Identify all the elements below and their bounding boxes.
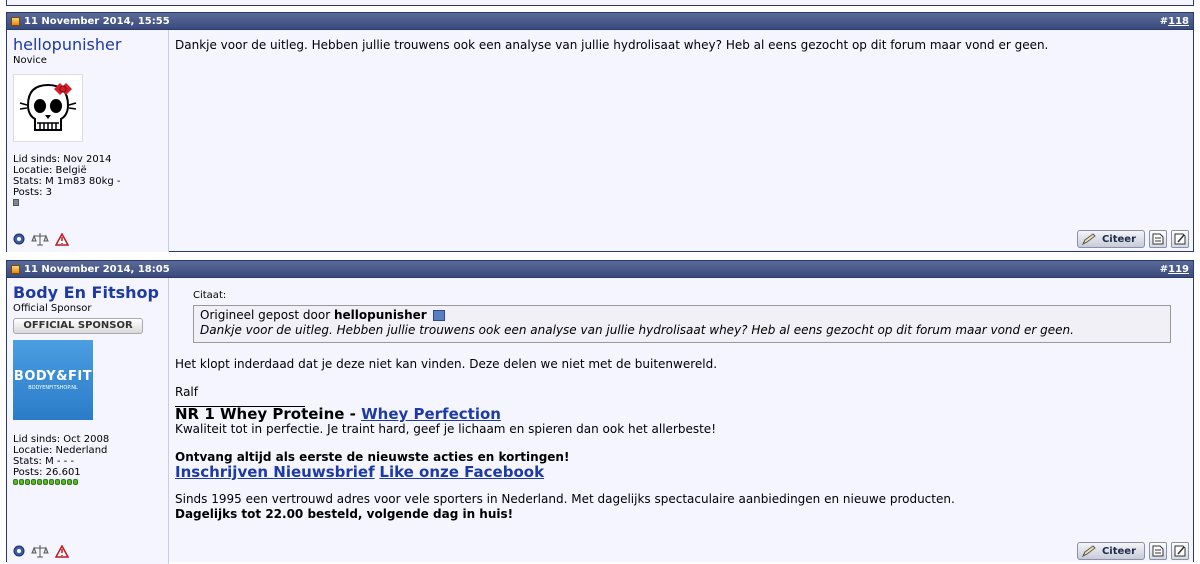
reputation-bar — [13, 479, 162, 485]
user-post-count: Posts: 26.601 — [13, 467, 81, 478]
user-location: Locatie: Nederland — [13, 445, 108, 456]
forum-post: 11 November 2014, 18:05 #119 Body En Fit… — [6, 260, 1194, 564]
quote-button[interactable]: Citeer — [1076, 542, 1145, 560]
signature-delivery: Dagelijks tot 22.00 besteld, volgende da… — [175, 507, 514, 521]
user-info-column: hellopunisher Novice Lid sinds: Nov 2014 — [7, 30, 169, 252]
post-body: hellopunisher Novice Lid sinds: Nov 2014 — [7, 30, 1193, 252]
username-link[interactable]: Body En Fitshop — [13, 284, 162, 302]
facebook-link[interactable]: Like onze Facebook — [379, 463, 544, 481]
reply-text: Het klopt inderdaad dat je deze niet kan… — [175, 357, 718, 371]
post-icon — [11, 264, 20, 274]
report-post-icon[interactable] — [55, 232, 69, 246]
username-link[interactable]: hellopunisher — [13, 36, 162, 54]
quick-reply-icon — [1174, 233, 1186, 245]
quote-pencil-icon — [1081, 233, 1096, 245]
post-number-wrap: #119 — [1159, 263, 1189, 275]
signature-about: Sinds 1995 een vertrouwd adres voor vele… — [175, 492, 955, 506]
user-stats: Lid sinds: Oct 2008 Locatie: Nederland S… — [13, 434, 162, 485]
user-actions — [13, 232, 69, 246]
multi-quote-button[interactable] — [1149, 230, 1167, 248]
post-message: Dankje voor de uitleg. Hebben jullie tro… — [169, 30, 1193, 252]
avatar[interactable] — [13, 74, 83, 142]
post-icon — [11, 16, 20, 26]
reputation-scales-icon[interactable] — [31, 232, 49, 246]
post-date: 11 November 2014, 15:55 — [24, 15, 170, 27]
official-sponsor-badge: OFFICIAL SPONSOR — [13, 318, 143, 334]
report-post-icon[interactable] — [55, 544, 69, 558]
quote-button[interactable]: Citeer — [1076, 230, 1145, 248]
whey-perfection-link[interactable]: Whey Perfection — [361, 405, 501, 423]
user-actions — [13, 544, 69, 558]
signature-links: Inschrijven Nieuwsbrief Like onze Facebo… — [175, 465, 1187, 480]
reputation-scales-icon[interactable] — [31, 544, 49, 558]
previous-post-edge — [6, 0, 1194, 6]
quick-reply-button[interactable] — [1171, 230, 1189, 248]
post-number-wrap: #118 — [1159, 15, 1189, 27]
post-message: Citaat: Origineel gepost door hellopunis… — [169, 278, 1193, 564]
user-title: Novice — [13, 55, 47, 66]
user-post-count: Posts: 3 — [13, 187, 53, 198]
post-number-link[interactable]: 119 — [1168, 264, 1189, 275]
quote-pencil-icon — [1081, 545, 1096, 557]
user-joined: Lid sinds: Oct 2008 — [13, 434, 110, 445]
user-location: Locatie: België — [13, 165, 87, 176]
user-stats-line: Stats: M 1m83 80kg - — [13, 176, 121, 187]
avatar[interactable]: BODY&FIT BODYENFITSHOP.NL — [13, 340, 93, 420]
signature-headline-text: NR 1 Whey Proteine - — [175, 405, 362, 423]
quick-reply-icon — [1174, 545, 1186, 557]
multi-quote-button[interactable] — [1149, 542, 1167, 560]
signature-tagline: Kwaliteit tot in perfectie. Je traint ha… — [175, 422, 717, 436]
online-status-icon[interactable] — [13, 233, 25, 245]
quote-prefix: Origineel gepost door — [200, 308, 331, 322]
quote-button-label: Citeer — [1101, 545, 1136, 557]
post-header: 11 November 2014, 15:55 #118 — [7, 13, 1193, 30]
skull-avatar-image — [19, 83, 77, 131]
avatar-logo-text: BODY&FIT — [13, 369, 93, 384]
quick-reply-button[interactable] — [1171, 542, 1189, 560]
post-date-wrap: 11 November 2014, 18:05 — [11, 264, 170, 275]
user-title: Official Sponsor — [13, 303, 92, 314]
reputation-icon — [13, 199, 19, 206]
online-status-icon[interactable] — [13, 545, 25, 557]
signature-headline: NR 1 Whey Proteine - Whey Perfection — [175, 407, 1187, 422]
quote-author: hellopunisher — [333, 308, 427, 322]
signoff-text: Ralf — [175, 385, 198, 399]
user-stats-line: Stats: M - - - — [13, 456, 75, 467]
multi-quote-icon — [1152, 233, 1164, 245]
newsletter-link[interactable]: Inschrijven Nieuwsbrief — [175, 463, 375, 481]
quote-box: Origineel gepost door hellopunisher Dank… — [193, 305, 1171, 343]
quote-label: Citaat: — [193, 290, 227, 301]
user-joined: Lid sinds: Nov 2014 — [13, 154, 112, 165]
post-date-wrap: 11 November 2014, 15:55 — [11, 16, 170, 27]
view-post-icon[interactable] — [432, 310, 445, 321]
user-info-column: Body En Fitshop Official Sponsor OFFICIA… — [7, 278, 169, 564]
quote-header: Origineel gepost door hellopunisher — [200, 308, 1164, 323]
post-buttons: Citeer — [1076, 542, 1189, 560]
quote-text: Dankje voor de uitleg. Hebben jullie tro… — [200, 323, 1074, 337]
forum-post: 11 November 2014, 15:55 #118 hellopunish… — [6, 12, 1194, 252]
multi-quote-icon — [1152, 545, 1164, 557]
quote-button-label: Citeer — [1101, 233, 1136, 245]
post-header: 11 November 2014, 18:05 #119 — [7, 261, 1193, 278]
avatar-logo-sub: BODYENFITSHOP.NL — [28, 385, 78, 391]
post-number-link[interactable]: 118 — [1168, 16, 1189, 27]
user-stats: Lid sinds: Nov 2014 Locatie: België Stat… — [13, 154, 162, 209]
post-date: 11 November 2014, 18:05 — [24, 263, 170, 275]
post-buttons: Citeer — [1076, 230, 1189, 248]
post-message-text: Dankje voor de uitleg. Hebben jullie tro… — [175, 38, 1049, 52]
post-body: Body En Fitshop Official Sponsor OFFICIA… — [7, 278, 1193, 564]
